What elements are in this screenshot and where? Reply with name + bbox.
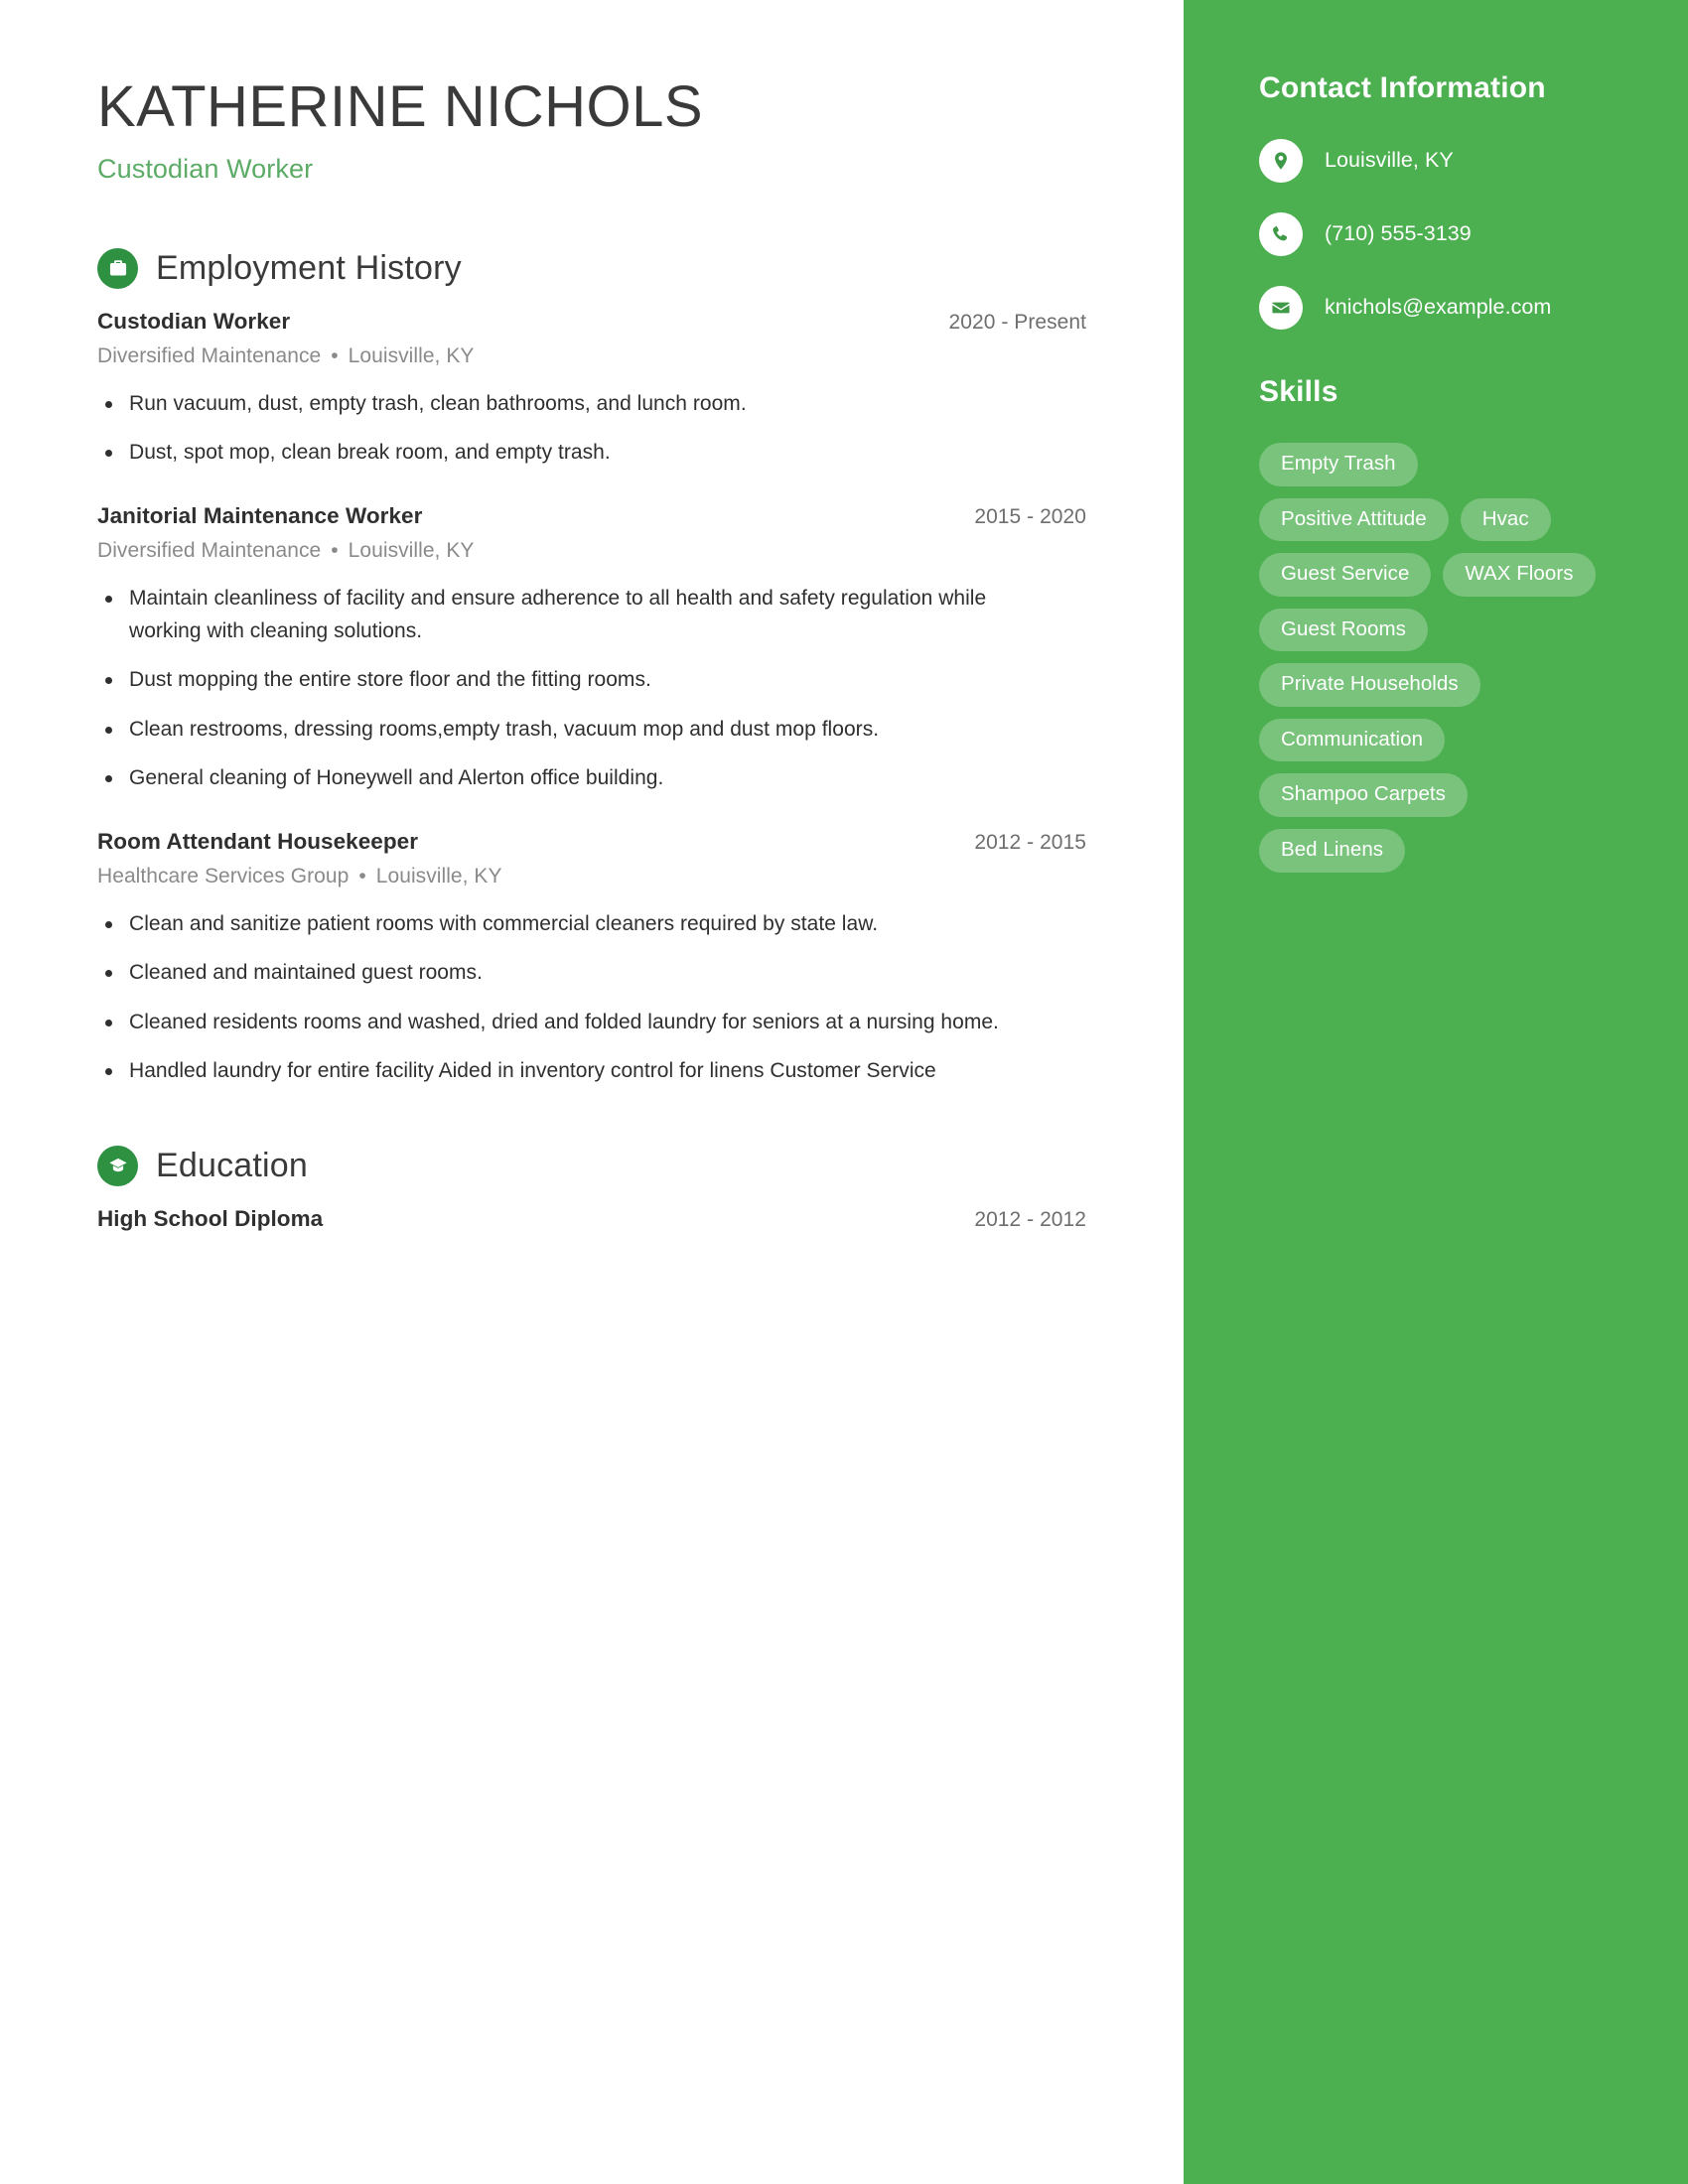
contact-item-phone: (710) 555-3139 [1259, 212, 1640, 256]
education-section-title: Education [156, 1146, 309, 1184]
briefcase-icon [97, 247, 138, 289]
entry-date-range: 2015 - 2020 [974, 504, 1086, 528]
skill-tag: Communication [1259, 718, 1446, 762]
education-date-range: 2012 - 2012 [974, 1207, 1086, 1231]
entry-separator: • [358, 864, 366, 887]
education-entry: High School Diploma 2012 - 2012 [97, 1206, 1086, 1232]
contact-location-text: Louisville, KY [1325, 148, 1454, 173]
skills-section-title: Skills [1259, 375, 1338, 408]
envelope-icon [1259, 286, 1303, 330]
contact-item-location: Louisville, KY [1259, 139, 1640, 183]
list-item: Cleaned residents rooms and washed, drie… [97, 1007, 1051, 1039]
entry-header-row: High School Diploma 2012 - 2012 [97, 1206, 1086, 1232]
list-item: Clean and sanitize patient rooms with co… [97, 908, 1051, 941]
employment-entry: Room Attendant Housekeeper 2012 - 2015 H… [97, 829, 1086, 1088]
skills-section: Skills Empty Trash Positive Attitude Hva… [1259, 375, 1640, 873]
main-column: KATHERINE NICHOLS Custodian Worker Emplo… [0, 0, 1184, 2184]
entry-job-title: Room Attendant Housekeeper [97, 828, 419, 854]
entry-company-location: Diversified Maintenance • Louisville, KY [97, 539, 1086, 563]
skill-tag: Guest Rooms [1259, 608, 1428, 652]
entry-company: Diversified Maintenance [97, 343, 322, 367]
entry-bullet-list: Clean and sanitize patient rooms with co… [97, 908, 1086, 1088]
skill-tag: Shampoo Carpets [1259, 773, 1468, 817]
entry-date-range: 2012 - 2015 [974, 830, 1086, 854]
education-entries: High School Diploma 2012 - 2012 [97, 1206, 1086, 1232]
list-item: Clean restrooms, dressing rooms,empty tr… [97, 714, 1051, 747]
education-section-header: Education [97, 1145, 1086, 1186]
skill-tag: Guest Service [1259, 553, 1432, 597]
list-item: General cleaning of Honeywell and Alerto… [97, 762, 1051, 795]
entry-company-location: Healthcare Services Group • Louisville, KY [97, 865, 1086, 888]
graduation-cap-icon [97, 1145, 138, 1186]
list-item: Maintain cleanliness of facility and ens… [97, 583, 1051, 647]
entry-company-location: Diversified Maintenance • Louisville, KY [97, 344, 1086, 368]
employment-entry: Janitorial Maintenance Worker 2015 - 202… [97, 503, 1086, 795]
skills-list: Empty Trash Positive Attitude Hvac Guest… [1259, 443, 1597, 873]
entry-company: Healthcare Services Group [97, 864, 350, 887]
employment-entries: Custodian Worker 2020 - Present Diversif… [97, 309, 1086, 1088]
skill-tag: WAX Floors [1443, 553, 1596, 597]
page-title: KATHERINE NICHOLS [97, 74, 704, 139]
employment-section-header: Employment History [97, 247, 1086, 289]
location-pin-icon [1259, 139, 1303, 183]
list-item: Handled laundry for entire facility Aide… [97, 1055, 1051, 1088]
skill-tag: Hvac [1460, 497, 1551, 542]
education-degree: High School Diploma [97, 1205, 324, 1231]
entry-separator: • [331, 538, 339, 562]
contact-phone-text: (710) 555-3139 [1325, 221, 1472, 246]
skill-tag: Positive Attitude [1259, 497, 1449, 542]
list-item: Cleaned and maintained guest rooms. [97, 957, 1051, 990]
entry-header-row: Room Attendant Housekeeper 2012 - 2015 [97, 829, 1086, 855]
resume-document: KATHERINE NICHOLS Custodian Worker Emplo… [0, 0, 1688, 2184]
entry-bullet-list: Run vacuum, dust, empty trash, clean bat… [97, 388, 1086, 470]
entry-job-title: Custodian Worker [97, 308, 291, 334]
skill-tag: Private Households [1259, 663, 1480, 707]
contact-section-title: Contact Information [1259, 71, 1546, 104]
list-item: Dust, spot mop, clean break room, and em… [97, 437, 1051, 470]
skill-tag: Empty Trash [1259, 443, 1418, 486]
header-job-title: Custodian Worker [97, 153, 314, 184]
entry-bullet-list: Maintain cleanliness of facility and ens… [97, 583, 1086, 795]
contact-list: Louisville, KY (710) 555-3139 knichols@e… [1259, 139, 1640, 330]
entry-location: Louisville, KY [348, 538, 475, 562]
contact-item-email: knichols@example.com [1259, 286, 1640, 330]
entry-company: Diversified Maintenance [97, 538, 322, 562]
contact-email-text: knichols@example.com [1325, 295, 1552, 320]
list-item: Dust mopping the entire store floor and … [97, 664, 1051, 697]
entry-header-row: Janitorial Maintenance Worker 2015 - 202… [97, 503, 1086, 529]
entry-location: Louisville, KY [375, 864, 502, 887]
entry-location: Louisville, KY [348, 343, 475, 367]
employment-section-title: Employment History [156, 248, 462, 287]
sidebar-inner: Contact Information Louisville, KY (710)… [1184, 71, 1688, 873]
list-item: Run vacuum, dust, empty trash, clean bat… [97, 388, 1051, 421]
entry-header-row: Custodian Worker 2020 - Present [97, 309, 1086, 335]
phone-icon [1259, 212, 1303, 256]
sidebar: Contact Information Louisville, KY (710)… [1184, 0, 1688, 2184]
skill-tag: Bed Linens [1259, 828, 1406, 873]
entry-separator: • [331, 343, 339, 367]
entry-job-title: Janitorial Maintenance Worker [97, 502, 423, 528]
entry-date-range: 2020 - Present [948, 310, 1086, 334]
employment-entry: Custodian Worker 2020 - Present Diversif… [97, 309, 1086, 470]
